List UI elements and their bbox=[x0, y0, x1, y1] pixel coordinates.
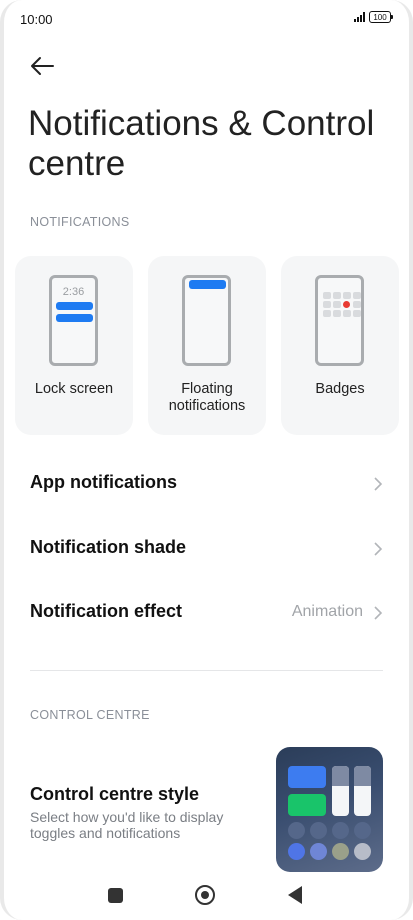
control-centre-preview-icon bbox=[276, 747, 383, 872]
app-grid-icon bbox=[323, 292, 361, 317]
row-label: Notification effect bbox=[30, 601, 183, 621]
toggle-icon bbox=[332, 822, 349, 839]
chevron-right-icon bbox=[374, 606, 383, 620]
status-bar: 10:00 100 bbox=[0, 0, 413, 40]
chevron-right-icon bbox=[374, 477, 383, 491]
notification-shade-row[interactable]: Notification shade bbox=[0, 523, 413, 575]
notification-bar-icon bbox=[56, 314, 93, 322]
status-indicators: 100 bbox=[354, 11, 393, 23]
status-time: 10:00 bbox=[20, 12, 53, 27]
chevron-right-icon bbox=[374, 542, 383, 556]
badges-card[interactable]: Badges bbox=[281, 256, 399, 435]
lock-screen-preview-icon: 2:36 bbox=[49, 275, 98, 366]
badge-dot-icon bbox=[343, 301, 350, 308]
notification-bar-icon bbox=[56, 302, 93, 310]
arrow-left-icon bbox=[31, 57, 54, 75]
recents-square-icon[interactable] bbox=[108, 888, 123, 903]
toggle-icon bbox=[288, 843, 305, 860]
row-label: Notification shade bbox=[30, 537, 187, 557]
floating-notification-bar-icon bbox=[189, 280, 226, 289]
control-centre-style-description: Select how you'd like to display toggles… bbox=[30, 809, 224, 841]
app-notifications-row[interactable]: App notifications bbox=[0, 458, 413, 510]
slider-icon bbox=[354, 766, 371, 816]
notification-effect-row[interactable]: Notification effect Animation bbox=[0, 587, 413, 639]
control-centre-style-title: Control centre style bbox=[30, 784, 200, 804]
battery-level: 100 bbox=[373, 13, 387, 22]
lock-screen-time: 2:36 bbox=[62, 286, 85, 298]
toggle-icon bbox=[288, 822, 305, 839]
back-triangle-icon[interactable] bbox=[288, 886, 302, 904]
row-label: App notifications bbox=[30, 472, 177, 492]
row-value: Animation bbox=[291, 603, 363, 620]
battery-icon: 100 bbox=[369, 11, 393, 23]
page-title: Notifications & Control centre bbox=[28, 104, 375, 183]
tile-icon bbox=[288, 794, 326, 816]
tile-icon bbox=[288, 766, 326, 788]
back-button[interactable] bbox=[26, 50, 58, 82]
section-divider bbox=[30, 670, 383, 671]
toggle-icon bbox=[354, 822, 371, 839]
toggle-icon bbox=[332, 843, 349, 860]
signal-icon bbox=[354, 12, 365, 22]
toggle-icon bbox=[310, 822, 327, 839]
control-centre-section-label: CONTROL CENTRE bbox=[30, 708, 150, 722]
lock-screen-card[interactable]: 2:36 Lock screen bbox=[15, 256, 133, 435]
floating-notification-preview-icon bbox=[182, 275, 231, 366]
floating-notifications-card[interactable]: Floating notifications bbox=[148, 256, 266, 435]
toggle-icon bbox=[354, 843, 371, 860]
notifications-section-label: NOTIFICATIONS bbox=[30, 215, 130, 229]
slider-icon bbox=[332, 766, 349, 816]
card-label: Floating notifications bbox=[168, 381, 246, 414]
home-circle-icon[interactable] bbox=[195, 885, 215, 905]
toggle-icon bbox=[310, 843, 327, 860]
badges-preview-icon bbox=[315, 275, 364, 366]
card-label: Badges bbox=[315, 381, 365, 397]
card-label: Lock screen bbox=[34, 381, 114, 397]
navigation-bar bbox=[0, 872, 413, 920]
notification-cards: 2:36 Lock screen Floating notifications … bbox=[15, 256, 399, 435]
